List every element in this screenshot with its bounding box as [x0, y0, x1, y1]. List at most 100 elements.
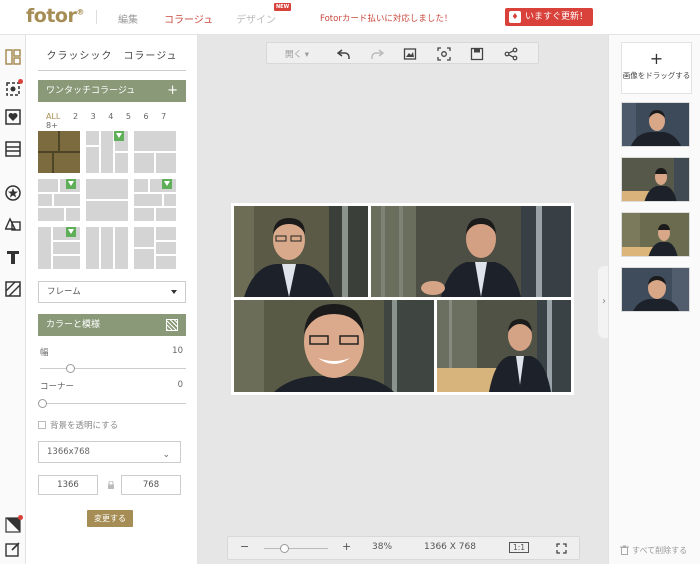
zoom-slider[interactable]	[264, 544, 328, 553]
image-thumbnail[interactable]	[621, 157, 690, 202]
template-thumb[interactable]	[38, 179, 80, 221]
thumbnail-image	[622, 103, 689, 146]
add-image-label: 画像をドラッグする	[622, 71, 691, 80]
zoom-slider-handle[interactable]	[280, 544, 289, 553]
zoom-percent: 38%	[372, 542, 393, 552]
text-icon[interactable]	[5, 249, 21, 265]
zoom-in-button[interactable]: +	[342, 540, 351, 553]
update-now-label: いますぐ更新！	[525, 12, 589, 22]
adjust-icon[interactable]	[5, 515, 23, 533]
apply-size-button[interactable]: 変更する	[87, 510, 133, 527]
width-input[interactable]: 1366	[38, 475, 98, 495]
nav-design[interactable]: デザイン	[236, 11, 276, 26]
template-thumb[interactable]	[86, 131, 128, 173]
sticker-icon[interactable]	[5, 79, 23, 97]
photo-cell[interactable]	[234, 206, 368, 297]
shapes-icon[interactable]	[4, 217, 21, 233]
count-5[interactable]: 5	[126, 112, 131, 121]
open-menu[interactable]: 開く ▾	[285, 48, 309, 60]
photo-cell[interactable]	[234, 300, 434, 392]
chevron-down-icon: ⌄	[162, 450, 170, 460]
canvas-dimensions: 1366 X 768	[424, 542, 476, 552]
corner-slider-handle[interactable]	[38, 399, 47, 408]
count-4[interactable]: 4	[108, 112, 113, 121]
count-all[interactable]: ALL	[46, 112, 60, 121]
chevron-right-icon: ›	[602, 296, 606, 307]
add-image-button[interactable]: + 画像をドラッグする	[621, 42, 692, 94]
delete-all-label: すべて削除する	[632, 546, 688, 555]
count-8plus[interactable]: 8+	[46, 121, 58, 130]
fullscreen-icon[interactable]	[556, 543, 567, 554]
plus-icon: +	[649, 49, 664, 68]
undo-icon[interactable]	[336, 47, 351, 61]
nav-collage[interactable]: コラージュ	[164, 11, 213, 26]
crop-icon[interactable]	[437, 47, 451, 61]
image-library: + 画像をドラッグする	[608, 35, 700, 564]
layout-icon[interactable]	[5, 49, 21, 65]
template-thumb[interactable]	[86, 179, 128, 221]
width-slider-handle[interactable]	[66, 364, 75, 373]
delete-all-button[interactable]: すべて削除する	[620, 545, 687, 556]
premium-icon	[162, 179, 172, 189]
template-thumb[interactable]	[38, 227, 80, 269]
count-6[interactable]: 6	[144, 112, 149, 121]
pattern-icon[interactable]	[5, 281, 21, 297]
thumbnail-image	[622, 268, 689, 311]
image-icon[interactable]	[403, 47, 417, 61]
actual-size-button[interactable]: 1:1	[509, 542, 530, 553]
template-thumb[interactable]	[134, 131, 176, 173]
corner-label: コーナー	[40, 382, 75, 392]
count-3[interactable]: 3	[91, 112, 96, 121]
transparent-bg-checkbox[interactable]: 背景を透明にする	[38, 419, 118, 431]
template-thumb[interactable]	[38, 131, 80, 173]
photo-cell[interactable]	[371, 206, 571, 297]
image-thumbnail[interactable]	[621, 267, 690, 312]
premium-icon	[66, 227, 76, 237]
one-touch-label: ワンタッチコラージュ	[46, 86, 136, 96]
photo-image	[371, 206, 571, 297]
transparent-bg-label: 背景を透明にする	[50, 421, 119, 431]
redo-icon[interactable]	[370, 47, 385, 61]
photo-image	[234, 206, 368, 297]
fotor-logo[interactable]: fotor®	[26, 5, 84, 27]
zoom-out-button[interactable]: −	[240, 540, 249, 553]
premium-icon	[66, 179, 76, 189]
save-icon[interactable]	[470, 47, 484, 61]
photo-image	[437, 300, 571, 392]
text-layout-icon[interactable]	[5, 141, 21, 157]
collage-canvas[interactable]	[231, 203, 574, 395]
width-value: 10	[172, 346, 183, 356]
share-icon[interactable]	[504, 47, 518, 61]
color-pattern-button[interactable]: カラーと模様	[38, 314, 186, 336]
count-7[interactable]: 7	[161, 112, 166, 121]
edit-icon[interactable]	[5, 541, 21, 557]
size-preset-select[interactable]: 1366x768 ⌄	[38, 441, 181, 463]
collage-panel: クラッシック コラージュ ワンタッチコラージュ + ALL 2 3 4 5 6 …	[26, 35, 198, 564]
color-pattern-label: カラーと模様	[46, 320, 101, 330]
checkbox-box[interactable]	[38, 421, 46, 429]
template-thumb[interactable]	[86, 227, 128, 269]
lock-icon[interactable]	[107, 481, 115, 489]
template-thumb[interactable]	[134, 227, 176, 269]
width-slider[interactable]	[40, 364, 186, 373]
thumbnail-image	[622, 158, 689, 201]
nav-edit[interactable]: 編集	[118, 11, 138, 26]
corner-slider[interactable]	[38, 399, 186, 408]
update-now-button[interactable]: ♦ いますぐ更新！	[505, 8, 593, 26]
premium-icon	[114, 131, 124, 141]
image-thumbnail[interactable]	[621, 102, 690, 147]
template-thumb[interactable]	[134, 179, 176, 221]
plus-icon: +	[167, 83, 178, 98]
star-icon[interactable]	[5, 185, 21, 201]
photo-cell[interactable]	[437, 300, 571, 392]
zoom-bar: − + 38% 1366 X 768 1:1	[227, 536, 580, 560]
height-input[interactable]: 768	[121, 475, 181, 495]
image-thumbnail[interactable]	[621, 212, 690, 257]
frame-dropdown[interactable]: フレーム	[38, 281, 186, 303]
count-2[interactable]: 2	[73, 112, 78, 121]
heart-frame-icon[interactable]	[5, 109, 21, 125]
thumbnail-image	[622, 213, 689, 256]
notice-link[interactable]: Fotorカード払いに対応しました！	[320, 12, 452, 24]
one-touch-collage-button[interactable]: ワンタッチコラージュ +	[38, 80, 186, 102]
pattern-swatch-icon	[166, 319, 178, 331]
